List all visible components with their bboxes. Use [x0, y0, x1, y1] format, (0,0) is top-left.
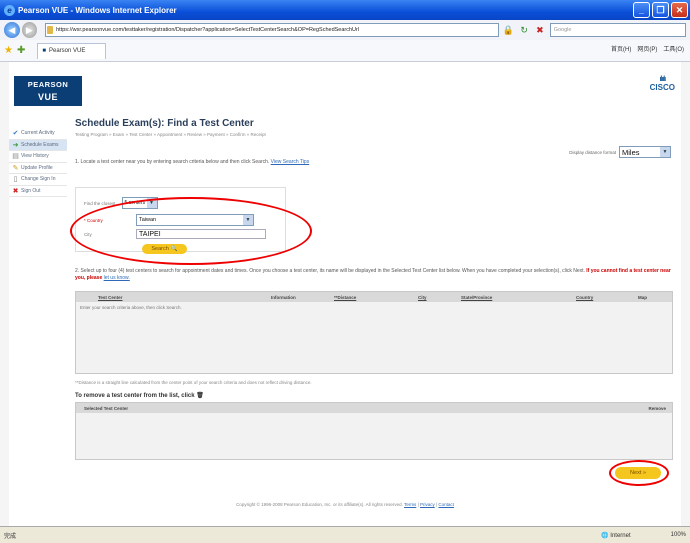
remove-text: To remove a test center from the list, c… [75, 393, 195, 399]
distance-label: Display distance format [569, 149, 616, 155]
col-selected: Selected Test Center [84, 405, 129, 411]
refresh-icon[interactable]: ↻ [518, 24, 530, 36]
let-us-know-link[interactable]: let us know. [104, 275, 130, 281]
add-favorites-icon[interactable]: ✚ [17, 45, 25, 56]
selected-center-table: Selected Test Center Remove [75, 402, 673, 460]
trash-icon: 🗑 [196, 393, 204, 399]
search-tips-link[interactable]: View Search Tips [271, 159, 310, 165]
status-text: 完成 [4, 533, 17, 540]
zone-text: Internet [610, 532, 631, 539]
lock-icon-secure[interactable]: 🔒 [503, 24, 515, 36]
favorites-star-icon[interactable]: ★ [4, 45, 13, 56]
page-icon: ■ [42, 48, 46, 54]
web-page: PEARSON VUE ılıılı CISCO ✔ Current Activi… [9, 62, 681, 526]
highlight-oval-form [70, 197, 312, 265]
left-pane [0, 62, 9, 526]
terms-link[interactable]: Terms [404, 502, 416, 507]
home-button[interactable]: 首页(H) [611, 44, 631, 53]
table-header: Test Center Information **Distance City … [76, 292, 672, 302]
col-city[interactable]: City [418, 295, 427, 300]
step1-text: 1. Locate a test center near you by ente… [75, 159, 270, 165]
distance-value: Miles [622, 147, 640, 157]
window-titlebar: e Pearson VUE - Windows Internet Explore… [0, 0, 690, 20]
distance-select[interactable]: Miles ▼ [619, 146, 671, 158]
sidebar-item-label: Change Sign In [21, 176, 56, 183]
chevron-down-icon: ▼ [660, 147, 670, 157]
sidebar-item-view-history[interactable]: ▤ View History [9, 151, 67, 163]
test-center-table: Test Center Information **Distance City … [75, 291, 673, 374]
sidebar-item-label: Current Activity [21, 130, 55, 137]
arrow-icon: ➜ [12, 141, 19, 149]
sidebar-item-label: View History [21, 153, 49, 160]
contact-link[interactable]: Contact [438, 502, 454, 507]
maximize-button[interactable]: ❐ [652, 2, 669, 18]
ie-icon: e [4, 4, 15, 16]
logo-line2: VUE [37, 92, 58, 102]
col-information: Information [271, 294, 296, 300]
lock-icon [47, 26, 54, 34]
sidebar-item-schedule-exams[interactable]: ➜ Schedule Exams [9, 139, 67, 151]
copyright-text: Copyright © 1996-2008 Pearson Education,… [236, 502, 403, 507]
highlight-oval-next [609, 460, 669, 486]
address-bar: ◀ ▶ https://wsr.pearsonvue.com/testtaker… [0, 20, 690, 40]
step2-instructions: 2. Select up to four (4) test centers to… [75, 268, 675, 282]
col-test-center[interactable]: Test Center [98, 295, 122, 300]
history-icon: ▤ [12, 153, 19, 161]
tab-pearson-vue[interactable]: ■ Pearson VUE [37, 42, 107, 59]
selected-table-header: Selected Test Center Remove [76, 403, 672, 413]
tab-bar: ★ ✚ ■ Pearson VUE 首页(H) 网页(P) 工具(O) [0, 40, 690, 62]
status-bar: 完成 🌐 Internet 100% [0, 526, 690, 543]
search-input[interactable]: Google [549, 23, 686, 37]
zone-indicator: 🌐 Internet [601, 532, 631, 539]
breadcrumb: Testing Program » Exam » Test Center » A… [75, 132, 266, 137]
remove-instructions: To remove a test center from the list, c… [75, 392, 204, 399]
cisco-text: CISCO [649, 83, 675, 92]
sidebar-item-label: Schedule Exams [21, 141, 59, 148]
forward-icon[interactable]: ▶ [21, 22, 38, 38]
zoom-control[interactable]: 100% [671, 532, 686, 539]
col-map: Map [638, 294, 647, 300]
distance-format: Display distance format Miles ▼ [569, 146, 671, 158]
col-remove: Remove [648, 405, 666, 411]
page-title: Schedule Exam(s): Find a Test Center [75, 118, 254, 129]
sidebar-item-update-profile[interactable]: ✎ Update Profile [9, 163, 67, 174]
sidebar-item-label: Update Profile [21, 164, 53, 171]
cisco-logo: ılıılı CISCO [650, 76, 675, 92]
distance-note: **Distance is a straight line calculated… [75, 380, 312, 385]
check-icon: ✔ [12, 130, 19, 138]
url-text: https://wsr.pearsonvue.com/testtaker/reg… [56, 27, 360, 33]
url-field[interactable]: https://wsr.pearsonvue.com/testtaker/reg… [45, 23, 499, 37]
right-pane [681, 62, 690, 526]
privacy-link[interactable]: Privacy [420, 502, 435, 507]
sidebar-menu: ✔ Current Activity ➜ Schedule Exams ▤ View … [9, 128, 67, 197]
page-menu[interactable]: 网页(P) [637, 44, 657, 53]
sidebar-item-sign-out[interactable]: ✖ Sign Out [9, 186, 67, 197]
logo-line1: PEARSON [27, 80, 69, 89]
step1-instructions: 1. Locate a test center near you by ente… [75, 159, 675, 165]
globe-icon: 🌐 [601, 532, 609, 539]
col-country[interactable]: Country [576, 295, 593, 300]
main-content: Schedule Exam(s): Find a Test Center Tes… [70, 118, 675, 486]
sidebar-item-change-sign-in[interactable]: ▯ Change Sign In [9, 174, 67, 186]
minimize-button[interactable]: _ [633, 2, 650, 18]
sidebar-item-label: Sign Out [21, 187, 41, 194]
back-icon[interactable]: ◀ [4, 22, 20, 38]
pencil-icon: ✎ [12, 164, 19, 172]
stop-icon[interactable]: ✖ [534, 24, 546, 36]
tab-label: Pearson VUE [48, 48, 86, 54]
window-title: Pearson VUE - Windows Internet Explorer [18, 5, 177, 15]
col-distance[interactable]: **Distance [334, 295, 356, 300]
signout-x-icon: ✖ [12, 187, 19, 195]
pearson-vue-logo: PEARSON VUE [14, 76, 82, 106]
empty-message: Enter your search criteria above, then c… [80, 305, 182, 310]
col-state[interactable]: State/Province [461, 295, 492, 300]
close-button[interactable]: ✕ [671, 2, 688, 18]
sidebar-item-current-activity[interactable]: ✔ Current Activity [9, 128, 67, 140]
tools-menu[interactable]: 工具(O) [663, 44, 684, 53]
door-icon: ▯ [13, 176, 18, 184]
page-footer: Copyright © 1996-2008 Pearson Education,… [236, 502, 454, 507]
step2-text: 2. Select up to four (4) test centers to… [75, 268, 585, 274]
